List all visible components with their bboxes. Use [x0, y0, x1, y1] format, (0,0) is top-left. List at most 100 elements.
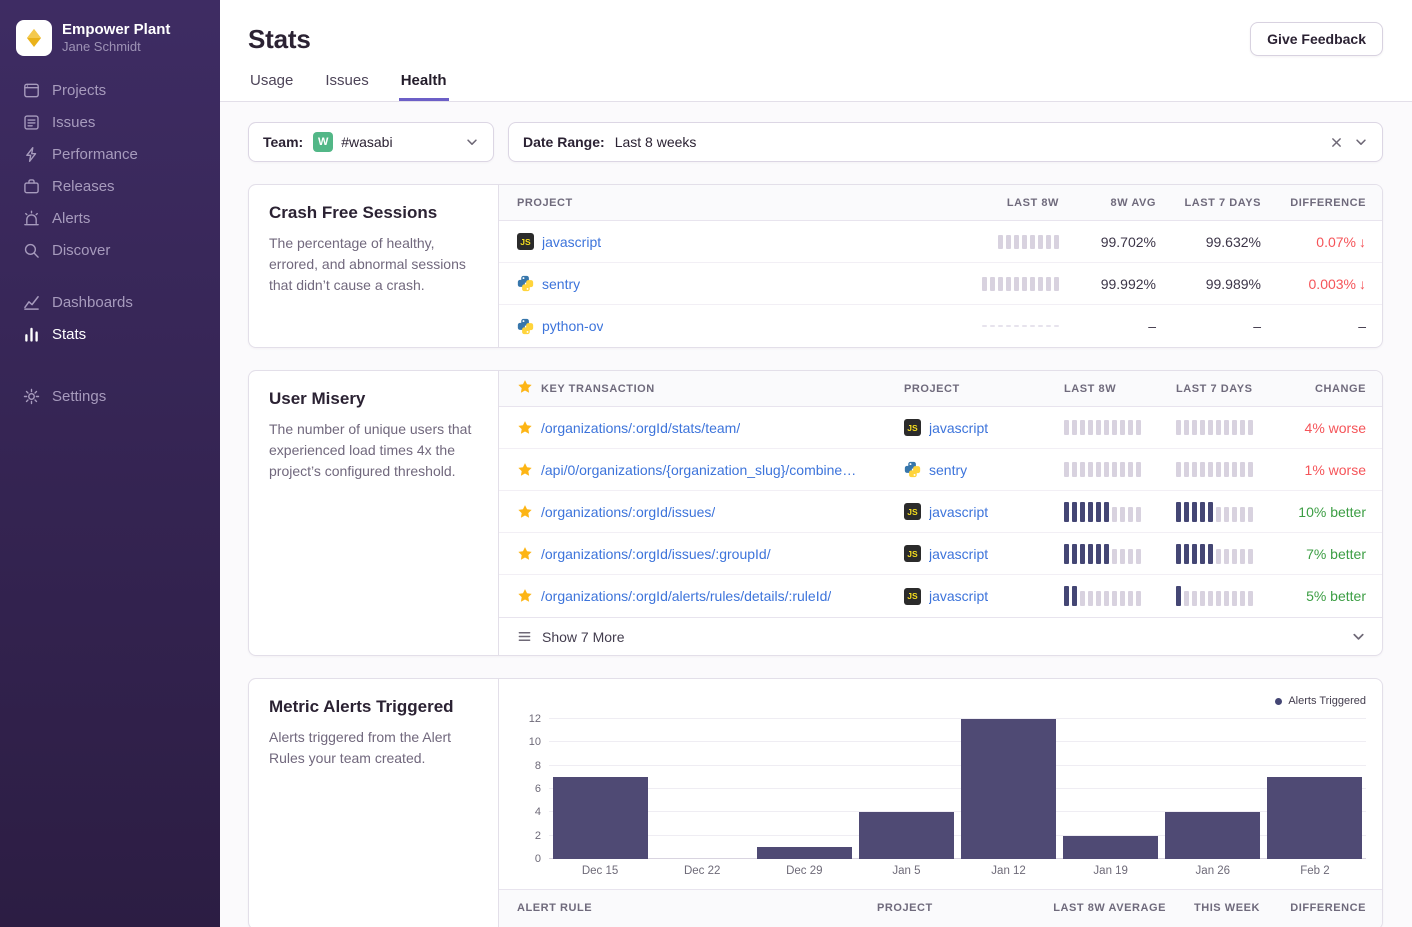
- x-axis-label: Feb 2: [1264, 865, 1366, 877]
- transaction-link[interactable]: /api/0/organizations/{organization_slug}…: [541, 462, 856, 478]
- team-select[interactable]: Team: W #wasabi: [248, 122, 494, 162]
- change-value: 10% better: [1288, 504, 1366, 520]
- avg-8w-value: 99.702%: [1059, 234, 1156, 250]
- crash-free-panel: Crash Free Sessions The percentage of he…: [248, 184, 1383, 348]
- stats-icon: [22, 325, 40, 343]
- y-axis-label: 0: [513, 853, 541, 865]
- performance-icon: [22, 145, 40, 163]
- star-icon: [517, 588, 541, 604]
- sidebar-item-performance[interactable]: Performance: [0, 138, 220, 170]
- filter-bar: Team: W #wasabi Date Range: Last 8 weeks: [248, 122, 1383, 162]
- python-platform-icon: [904, 461, 921, 478]
- transaction-link[interactable]: /organizations/:orgId/issues/: [541, 504, 715, 520]
- trend-down-icon: ↓: [1359, 234, 1366, 250]
- chevron-down-icon: [1351, 629, 1366, 644]
- trend-down-icon: ↓: [1359, 276, 1366, 292]
- python-platform-icon: [517, 318, 534, 335]
- show-more-label: Show 7 More: [542, 629, 624, 645]
- project-link[interactable]: python-ov: [542, 318, 603, 334]
- project-link[interactable]: sentry: [542, 276, 580, 292]
- transaction-link[interactable]: /organizations/:orgId/stats/team/: [541, 420, 740, 436]
- sidebar-item-label: Projects: [52, 82, 106, 99]
- x-axis-label: Jan 12: [958, 865, 1060, 877]
- last-7-days-value: 99.989%: [1156, 276, 1261, 292]
- table-row: /organizations/:orgId/issues/:groupId/JS…: [499, 533, 1382, 575]
- sidebar-item-discover[interactable]: Discover: [0, 234, 220, 266]
- sparkline-8w: [959, 277, 1059, 291]
- sparkline-7d: [1176, 586, 1288, 606]
- project-link[interactable]: javascript: [929, 588, 988, 604]
- javascript-platform-icon: JS: [904, 588, 921, 605]
- sidebar: Empower Plant Jane Schmidt Projects Issue…: [0, 0, 220, 927]
- column-header: THIS WEEK: [1166, 902, 1260, 914]
- project-link[interactable]: javascript: [929, 504, 988, 520]
- chart-legend[interactable]: Alerts Triggered: [1275, 693, 1366, 709]
- project-link[interactable]: javascript: [929, 546, 988, 562]
- sidebar-item-label: Discover: [52, 242, 110, 259]
- project-link[interactable]: sentry: [929, 462, 967, 478]
- give-feedback-button[interactable]: Give Feedback: [1250, 22, 1383, 56]
- date-range-select[interactable]: Date Range: Last 8 weeks: [508, 122, 1383, 162]
- difference-value: 0.003%↓: [1261, 276, 1366, 292]
- tab-health[interactable]: Health: [399, 72, 449, 101]
- star-icon: [517, 420, 541, 436]
- chart-bar-slot: [855, 719, 957, 859]
- x-axis-label: Dec 15: [549, 865, 651, 877]
- javascript-platform-icon: JS: [904, 545, 921, 562]
- python-platform-icon: [517, 275, 534, 292]
- sidebar-item-projects[interactable]: Projects: [0, 74, 220, 106]
- chart-plot: 024681012: [549, 719, 1366, 859]
- org-logo: [16, 20, 52, 56]
- sidebar-item-releases[interactable]: Releases: [0, 170, 220, 202]
- clear-date-button[interactable]: [1326, 132, 1346, 152]
- column-header: ALERT RULE: [517, 902, 877, 914]
- project-link[interactable]: javascript: [542, 234, 601, 250]
- transaction-link[interactable]: /organizations/:orgId/issues/:groupId/: [541, 546, 771, 562]
- sparkline-8w: [1064, 462, 1176, 477]
- show-more-button[interactable]: Show 7 More: [499, 617, 1382, 655]
- table-row: /api/0/organizations/{organization_slug}…: [499, 449, 1382, 491]
- sidebar-item-issues[interactable]: Issues: [0, 106, 220, 138]
- sidebar-item-stats[interactable]: Stats: [0, 318, 220, 350]
- sparkline-7d: [1176, 544, 1288, 564]
- chart-bar-slot: [651, 719, 753, 859]
- chart-bar: [859, 812, 954, 859]
- transaction-link[interactable]: /organizations/:orgId/alerts/rules/detai…: [541, 588, 831, 604]
- team-avatar: W: [313, 132, 333, 152]
- difference-text: 0.07%: [1316, 234, 1356, 250]
- sidebar-item-dashboards[interactable]: Dashboards: [0, 286, 220, 318]
- projects-icon: [22, 81, 40, 99]
- change-value: 7% better: [1288, 546, 1366, 562]
- sidebar-item-alerts[interactable]: Alerts: [0, 202, 220, 234]
- y-axis-label: 10: [513, 736, 541, 748]
- team-label: Team:: [263, 134, 303, 150]
- column-header: LAST 7 DAYS: [1176, 383, 1288, 395]
- sparkline-7d: [1176, 502, 1288, 522]
- star-icon: [517, 379, 541, 398]
- avg-8w-value: –: [1059, 318, 1156, 334]
- alerts-table-header: ALERT RULEPROJECTLAST 8W AVERAGETHIS WEE…: [499, 889, 1382, 927]
- project-link[interactable]: javascript: [929, 420, 988, 436]
- transaction-cell: /api/0/organizations/{organization_slug}…: [541, 462, 904, 478]
- tab-issues[interactable]: Issues: [323, 72, 370, 101]
- content-area: Team: W #wasabi Date Range: Last 8 weeks: [220, 102, 1412, 927]
- discover-icon: [22, 241, 40, 259]
- sparkline-8w: [1064, 502, 1176, 522]
- tabs: Usage Issues Health: [248, 72, 1383, 101]
- table-row: JSjavascript99.702%99.632%0.07%↓: [499, 221, 1382, 263]
- settings-icon: [22, 387, 40, 405]
- x-axis-label: Jan 26: [1162, 865, 1264, 877]
- date-range-label: Date Range:: [523, 134, 605, 150]
- sidebar-item-settings[interactable]: Settings: [0, 380, 220, 412]
- chart-bar-slot: [958, 719, 1060, 859]
- project-cell: JS javascript: [904, 419, 1064, 436]
- javascript-platform-icon: JS: [517, 233, 534, 250]
- org-switcher[interactable]: Empower Plant Jane Schmidt: [0, 14, 220, 74]
- column-header: LAST 8W AVERAGE: [1032, 902, 1166, 914]
- sidebar-item-label: Alerts: [52, 210, 90, 227]
- y-axis-label: 8: [513, 760, 541, 772]
- crash-free-table-header: PROJECTLAST 8W8W AVGLAST 7 DAYSDIFFERENC…: [499, 185, 1382, 221]
- tab-usage[interactable]: Usage: [248, 72, 295, 101]
- javascript-platform-icon: JS: [904, 419, 921, 436]
- sparkline-7d: [1176, 462, 1288, 477]
